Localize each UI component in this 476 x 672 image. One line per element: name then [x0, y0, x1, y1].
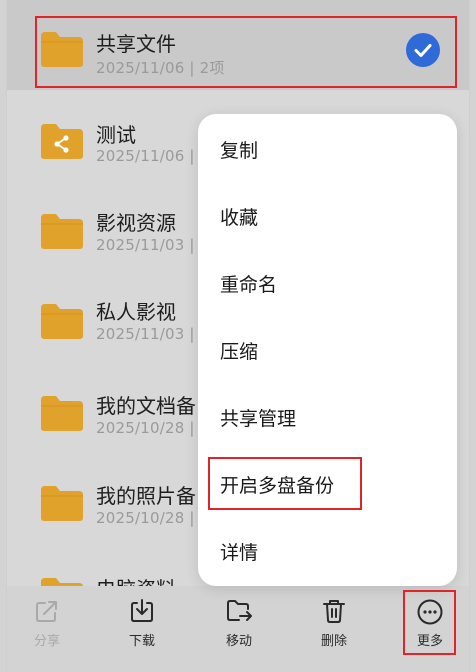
file-name: 私人影视 — [96, 300, 176, 324]
file-row-0[interactable]: 共享文件 2025/11/06 | 2项 — [7, 0, 469, 90]
menu-item-rename[interactable]: 重命名 — [220, 270, 277, 297]
delete-label: 删除 — [320, 634, 347, 649]
more-label: 更多 — [416, 634, 443, 649]
file-meta: 2025/10/28 | 2 — [96, 419, 210, 437]
file-name: 测试 — [96, 123, 136, 147]
file-name: 我的文档备 — [96, 394, 196, 418]
menu-item-copy[interactable]: 复制 — [220, 136, 258, 163]
download-label: 下载 — [128, 634, 155, 649]
move-label: 移动 — [225, 634, 252, 649]
file-meta: 2025/11/06 | 2项 — [96, 59, 225, 77]
file-meta: 2025/11/06 | 0 — [96, 147, 210, 165]
more-button[interactable]: 更多 — [400, 598, 460, 660]
trash-icon — [323, 600, 345, 623]
file-name: 影视资源 — [96, 211, 176, 235]
menu-item-details[interactable]: 详情 — [220, 538, 258, 565]
folder-icon — [41, 32, 83, 67]
move-button[interactable]: 移动 — [209, 598, 269, 660]
file-name: 我的照片备 — [96, 484, 196, 508]
file-name: 共享文件 — [96, 32, 176, 56]
menu-item-compress[interactable]: 压缩 — [220, 337, 258, 364]
download-button[interactable]: 下载 — [112, 598, 172, 660]
shared-folder-icon — [41, 124, 83, 159]
file-manager-screen: 共享文件 2025/11/06 | 2项 测试 2025/11/06 | 0 影… — [6, 0, 470, 672]
share-label: 分享 — [33, 634, 60, 649]
file-meta: 2025/10/28 | 3 — [96, 509, 210, 527]
folder-icon — [41, 396, 83, 431]
check-icon[interactable] — [406, 33, 440, 67]
menu-item-favorite[interactable]: 收藏 — [220, 203, 258, 230]
download-icon — [131, 599, 153, 622]
move-icon — [227, 600, 252, 621]
share-icon — [36, 601, 57, 622]
file-meta: 2025/11/03 | 8 — [96, 325, 210, 343]
more-icon — [417, 599, 443, 625]
menu-item-multi-disk-backup[interactable]: 开启多盘备份 — [220, 471, 334, 498]
context-menu: 复制 收藏 重命名 压缩 共享管理 开启多盘备份 详情 — [198, 114, 457, 586]
bottom-toolbar: 分享 下载 移动 删除 更多 — [7, 586, 469, 672]
folder-icon — [41, 486, 83, 521]
menu-item-share-management[interactable]: 共享管理 — [220, 404, 296, 431]
folder-icon — [41, 304, 83, 339]
delete-button[interactable]: 删除 — [304, 598, 364, 660]
share-button[interactable]: 分享 — [17, 598, 77, 660]
file-meta: 2025/11/03 | 2 — [96, 236, 210, 254]
folder-icon — [41, 214, 83, 249]
